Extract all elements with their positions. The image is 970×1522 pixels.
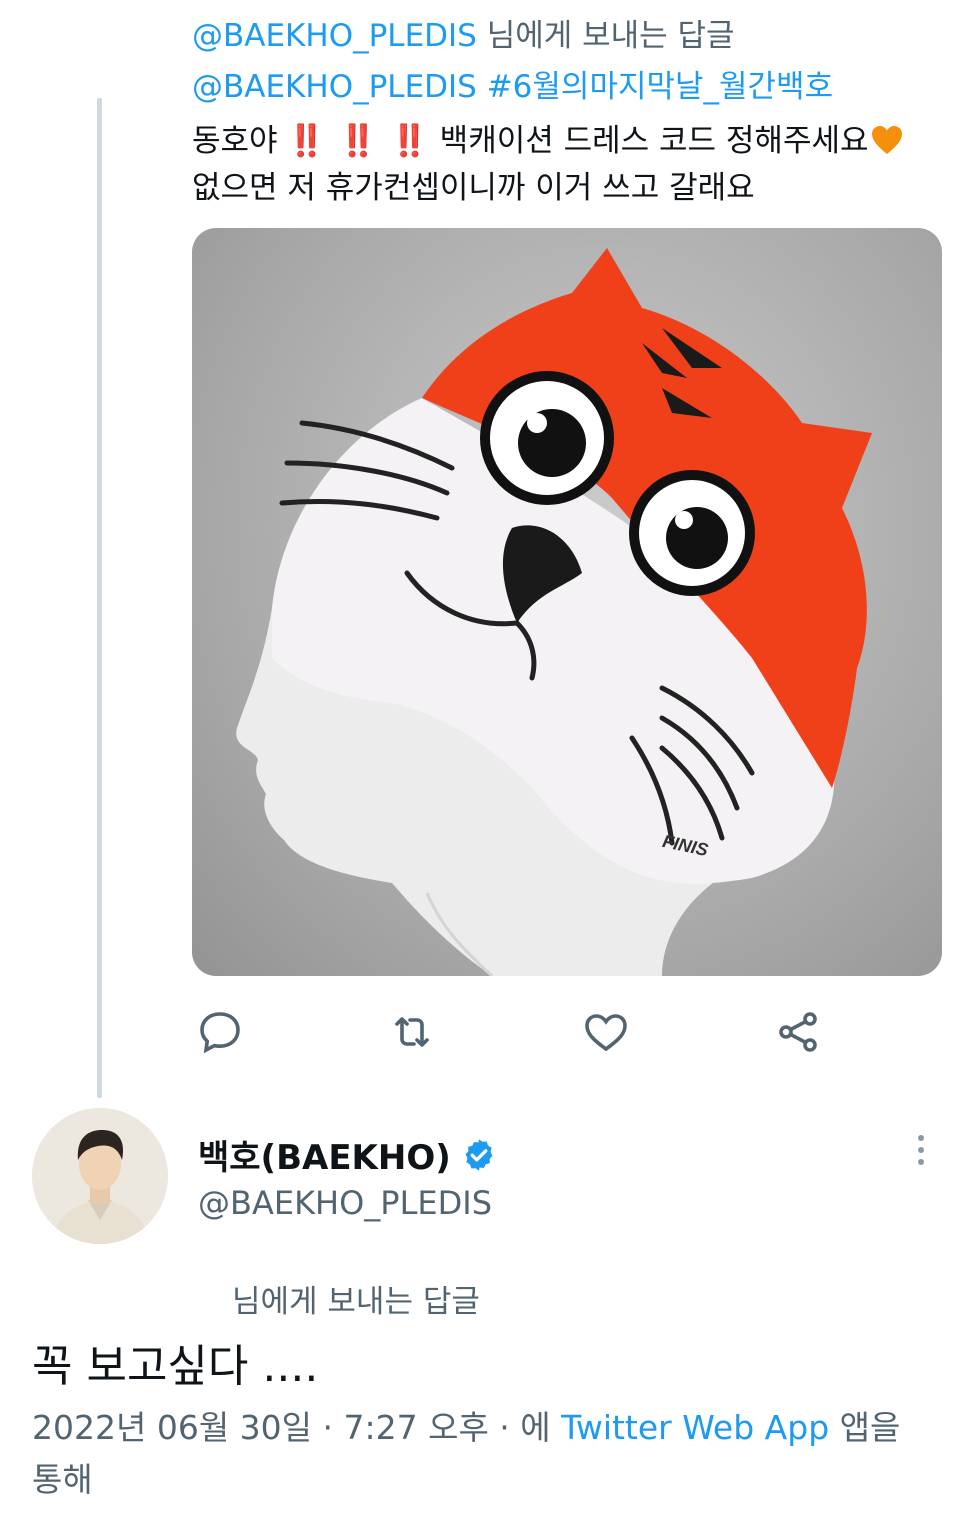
tweet-media-image[interactable]: FINIS [192, 228, 942, 976]
reply-suffix: 님에게 보내는 답글 [486, 18, 735, 54]
user-handle[interactable]: @BAEKHO_PLEDIS [198, 1184, 492, 1222]
orange-heart-icon [871, 126, 902, 154]
reply-icon [200, 1012, 240, 1054]
reply-button[interactable] [196, 1008, 244, 1056]
more-options-button[interactable] [906, 1130, 936, 1170]
share-icon [779, 1012, 817, 1052]
profile-photo [32, 1108, 168, 1244]
hashtag-link[interactable]: #6월의마지막날_월간백호 [487, 69, 833, 105]
cap-eye-left [480, 371, 614, 505]
parent-tweet-line-3: 없으면 저 휴가컨셉이니까 이거 쓰고 갈래요 [192, 170, 755, 206]
retweet-icon [395, 1017, 429, 1047]
retweet-button[interactable] [388, 1008, 436, 1056]
timestamp[interactable]: 2022년 06월 30일 · 7:27 오후 · 에 [32, 1408, 561, 1447]
like-icon [585, 1014, 627, 1052]
double-exclamation-emoji: ‼️ ‼️ ‼️ [287, 123, 430, 159]
reply-handle-link[interactable]: @BAEKHO_PLEDIS [192, 18, 477, 54]
replying-to-label: 님에게 보내는 답글 [232, 1284, 480, 1320]
more-vertical-icon [918, 1135, 924, 1165]
cap-eye-right [629, 470, 755, 596]
request-text: 백캐이션 드레스 코드 정해주세요 [439, 123, 869, 159]
mention-link[interactable]: @BAEKHO_PLEDIS [192, 69, 477, 105]
tweet-text: 꼭 보고싶다 .... [32, 1341, 319, 1392]
tweet-action-bar [192, 1000, 832, 1060]
display-name: 백호(BAEKHO) [198, 1138, 451, 1178]
display-name-row[interactable]: 백호(BAEKHO) [198, 1130, 497, 1179]
parent-replying-to: @BAEKHO_PLEDIS 님에게 보내는 답글 [192, 10, 735, 55]
thread-line [97, 98, 102, 1098]
share-button[interactable] [774, 1008, 822, 1056]
verified-badge-icon [465, 1138, 493, 1171]
tiger-swim-cap-illustration: FINIS [236, 248, 872, 976]
greeting-text: 동호야 [192, 123, 278, 159]
like-button[interactable] [582, 1008, 630, 1056]
parent-tweet-line-1: @BAEKHO_PLEDIS #6월의마지막날_월간백호 [192, 60, 833, 114]
source-app-link[interactable]: Twitter Web App [561, 1408, 829, 1447]
tweet-metadata: 2022년 06월 30일 · 7:27 오후 · 에 Twitter Web … [32, 1402, 932, 1506]
avatar[interactable] [32, 1108, 168, 1244]
parent-tweet-line-2: 동호야 ‼️ ‼️ ‼️ 백캐이션 드레스 코드 정해주세요 [192, 114, 903, 168]
